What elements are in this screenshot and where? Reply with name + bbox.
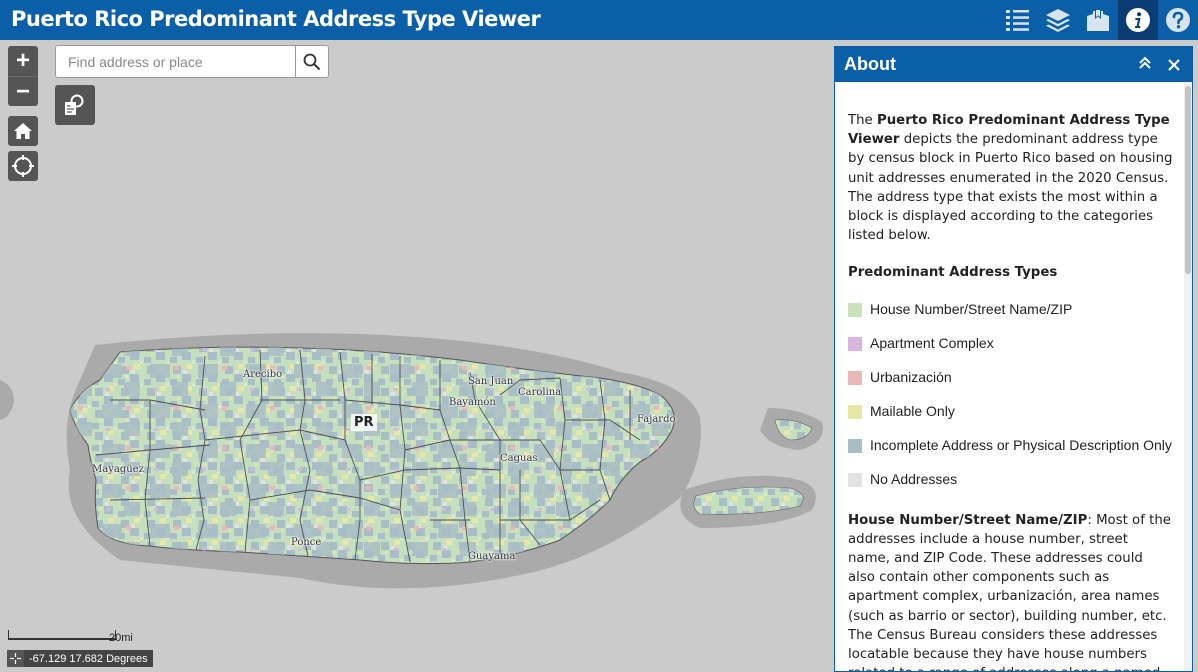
help-icon [1166,8,1190,32]
legend-swatch-house-number [848,302,862,317]
home-icon [14,123,32,139]
legend-heading: Predominant Address Types [848,265,1058,281]
search-icon [303,53,321,70]
coordinate-display: -67.129 17.682 Degrees [7,650,153,667]
search-input[interactable]: Find address or place [55,45,296,78]
place-label-ponce: Ponce [291,537,322,548]
coordinate-text: -67.129 17.682 Degrees [29,652,148,665]
layers-tool-button[interactable] [1038,0,1078,40]
about-panel-title: About [844,54,896,74]
legend-tool-button[interactable] [998,0,1038,40]
bookmark-icon [1087,9,1109,31]
place-label-fajardo: Fajardo [637,414,676,425]
locate-icon [12,155,34,177]
locate-button[interactable] [8,151,38,181]
place-label-arecibo: Arecibo [243,369,283,380]
zoom-out-button[interactable]: − [8,76,38,106]
intro-paragraph: The Puerto Rico Predominant Address Type… [848,113,1173,244]
place-label-bayamon: Bayamón [449,397,496,408]
house-number-section: House Number/Street Name/ZIP: Most of th… [848,512,1171,671]
info-icon [1126,8,1150,32]
legend-swatch-incomplete [848,438,862,453]
legend-item: House Number/Street Name/ZIP [848,293,1173,327]
place-label-guayama: Guayama [468,551,516,562]
legend-icon [1006,10,1029,31]
collapse-icon[interactable] [1138,56,1152,75]
about-panel-content: The Puerto Rico Predominant Address Type… [835,82,1185,671]
legend-swatch-mailable [848,404,862,419]
search-button[interactable] [295,45,329,78]
close-icon[interactable] [1167,54,1181,77]
home-button[interactable] [8,116,38,146]
crosshair-icon[interactable] [7,650,24,667]
about-tool-button[interactable] [1118,0,1158,40]
legend-item: Apartment Complex [848,327,1173,361]
legend-list: House Number/Street Name/ZIP Apartment C… [848,293,1173,497]
search-document-icon [65,94,84,115]
legend-item: Urbanización [848,361,1173,395]
place-label-san-juan: San Juan [468,376,514,387]
about-panel-header: About [835,47,1192,82]
legend-item: Mailable Only [848,395,1173,429]
scale-label: 20mi [109,632,133,644]
search-tool-button[interactable] [55,85,95,125]
bookmark-tool-button[interactable] [1078,0,1118,40]
scale-bar [8,630,116,640]
app-title: Puerto Rico Predominant Address Type Vie… [11,7,541,31]
zoom-in-button[interactable]: + [8,46,38,76]
help-tool-button[interactable] [1158,0,1198,40]
island-label: PR [351,414,377,431]
legend-swatch-urbanizacion [848,370,862,385]
zoom-control: + − [8,46,38,106]
app-header: Puerto Rico Predominant Address Type Vie… [0,0,1198,40]
place-label-carolina: Carolina [518,387,562,398]
layers-icon [1046,9,1070,32]
place-label-mayaguez: Mayagüez [92,464,144,475]
about-panel: About The Puerto Rico Predominant Addres… [834,46,1193,672]
legend-item: No Addresses [848,463,1173,497]
panel-scrollbar[interactable] [1184,82,1192,671]
legend-item: Incomplete Address or Physical Descripti… [848,429,1173,463]
place-label-caguas: Caguas [500,453,538,464]
legend-swatch-apartment [848,336,862,351]
legend-swatch-no-addresses [848,472,862,487]
